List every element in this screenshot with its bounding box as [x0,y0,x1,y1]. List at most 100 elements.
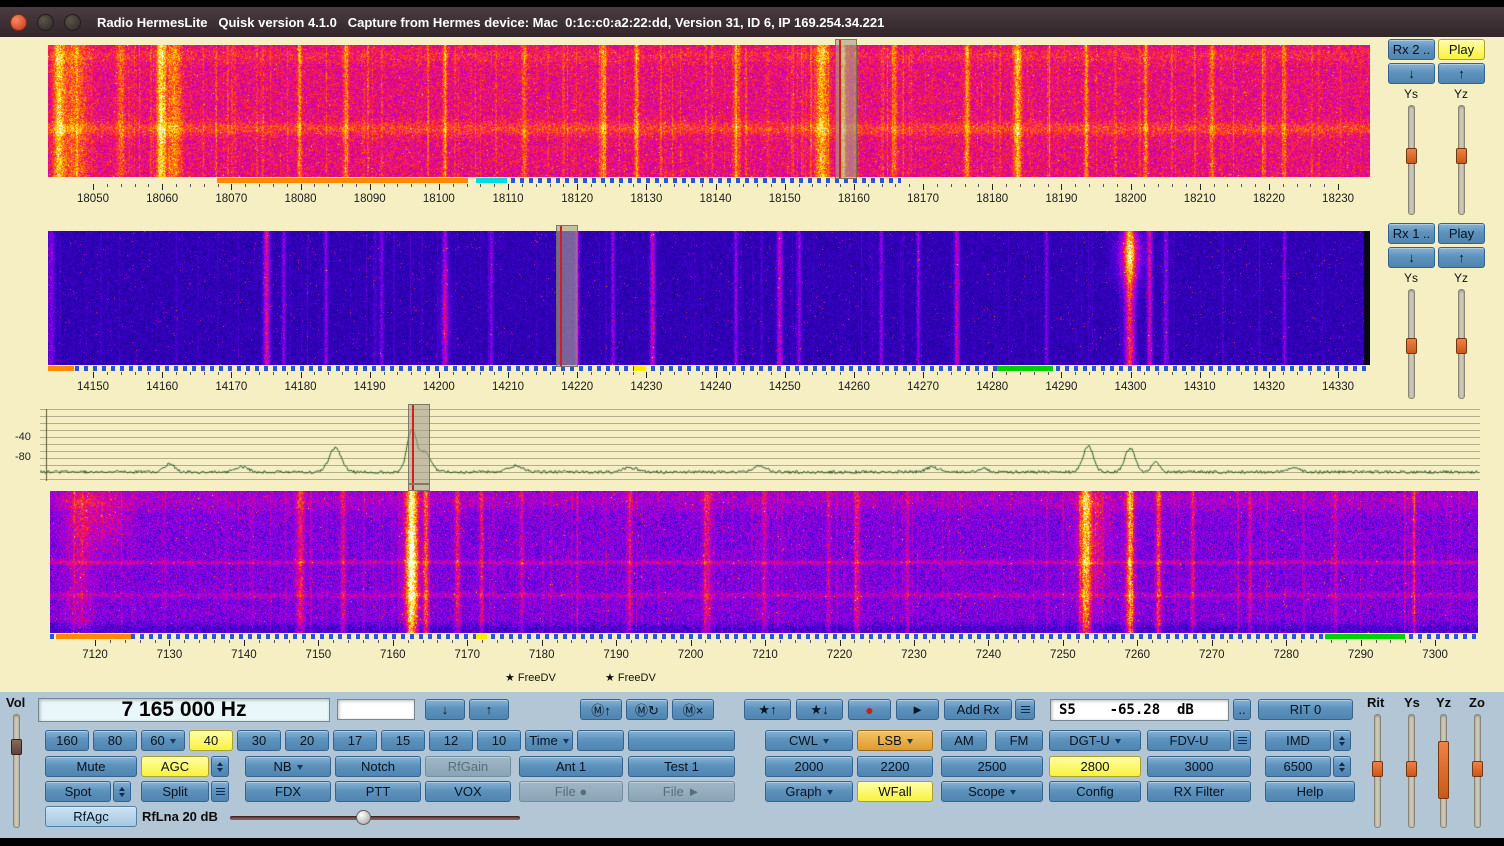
imd-spin-button[interactable] [1333,730,1351,751]
band-30-button[interactable]: 30 [237,730,281,751]
rx2-down-button[interactable]: ↓ [1388,63,1435,84]
split-button[interactable]: Split [141,781,209,802]
band-20-button[interactable]: 20 [285,730,329,751]
rx2-button[interactable]: Rx 2 .. [1388,39,1435,60]
fdvu-menu-button[interactable] [1233,730,1251,751]
mode-fm-button[interactable]: FM [995,730,1043,751]
slider-thumb[interactable] [1406,761,1417,777]
time-button[interactable]: Time [525,730,573,751]
rx1-ys-slider[interactable] [1408,289,1415,399]
ptt-button[interactable]: PTT [335,781,421,802]
band-40-button[interactable]: 40 [189,730,233,751]
slider-thumb[interactable] [11,739,22,755]
record-button[interactable]: ● [848,699,891,720]
antenna-button[interactable]: Ant 1 [519,756,623,777]
smeter-options-button[interactable]: .. [1233,699,1251,720]
split-menu-button[interactable] [211,781,229,802]
mode-lsb-button[interactable]: LSB [857,730,933,751]
screen-wfall-button[interactable]: WFall [857,781,933,802]
band-15-button[interactable]: 15 [381,730,425,751]
rit-slider[interactable] [1374,714,1381,828]
rx1-yz-slider[interactable] [1458,289,1465,399]
rx1-up-button[interactable]: ↑ [1438,247,1485,268]
memory-delete-button[interactable]: Ⓜ× [672,699,714,720]
zo-slider[interactable] [1474,714,1481,828]
waterfall-40m[interactable] [50,491,1478,633]
slider-thumb[interactable] [1472,761,1483,777]
filter-2200-button[interactable]: 2200 [857,756,933,777]
mute-button[interactable]: Mute [45,756,137,777]
agc-button[interactable]: AGC [141,756,209,777]
tuning-marker-rx2[interactable] [835,39,857,179]
agc-spin-button[interactable] [211,756,229,777]
filter-3000-button[interactable]: 3000 [1147,756,1251,777]
screen-graph-button[interactable]: Graph [765,781,853,802]
spot-button[interactable]: Spot [45,781,111,802]
rx2-yz-slider[interactable] [1458,105,1465,215]
help-button[interactable]: Help [1265,781,1355,802]
tune-down-button[interactable]: ↓ [425,699,465,720]
config-button[interactable]: Config [1049,781,1141,802]
slider-thumb[interactable] [1406,148,1417,164]
tune-up-button[interactable]: ↑ [469,699,509,720]
mode-imd-button[interactable]: IMD [1265,730,1331,751]
rfagc-button[interactable]: RfAgc [45,806,137,827]
ys-slider[interactable] [1408,714,1415,828]
favorites-open-button[interactable]: ★↓ [796,699,843,720]
unassigned-button[interactable] [577,730,624,751]
add-rx-button[interactable]: Add Rx [944,699,1012,720]
add-rx-menu-button[interactable] [1015,699,1035,720]
minimize-button[interactable] [37,14,54,31]
waterfall-17m[interactable] [48,45,1370,177]
mode-fdvu-button[interactable]: FDV-U [1147,730,1231,751]
rit-button[interactable]: RIT 0 [1258,699,1353,720]
slider-thumb[interactable] [1438,741,1449,799]
mode-dgtu-button[interactable]: DGT-U [1049,730,1141,751]
graph-tuning-marker[interactable] [408,404,430,484]
slider-thumb[interactable] [1372,761,1383,777]
frequency-entry[interactable] [337,699,415,720]
spot-spin-button[interactable] [113,781,131,802]
filter-2800-button[interactable]: 2800 [1049,756,1141,777]
band-80-button[interactable]: 80 [93,730,137,751]
nb-button[interactable]: NB [245,756,331,777]
filter-spin-button[interactable] [1333,756,1351,777]
playback-button[interactable]: ► [896,699,939,720]
unassigned-button[interactable] [628,730,735,751]
volume-slider[interactable] [13,714,20,828]
filter-2500-button[interactable]: 2500 [941,756,1043,777]
memory-save-button[interactable]: Ⓜ↑ [580,699,622,720]
rx1-play-button[interactable]: Play [1438,223,1485,244]
waterfall-tuning-tab[interactable] [408,484,430,491]
rx2-up-button[interactable]: ↑ [1438,63,1485,84]
slider-thumb[interactable] [1406,338,1417,354]
band-17-button[interactable]: 17 [333,730,377,751]
slider-thumb[interactable] [1456,338,1467,354]
yz-slider[interactable] [1440,714,1447,828]
mode-cwl-button[interactable]: CWL [765,730,853,751]
vox-button[interactable]: VOX [425,781,511,802]
memory-next-button[interactable]: Ⓜ↻ [626,699,668,720]
band-60-button[interactable]: 60 [141,730,185,751]
rx2-play-button[interactable]: Play [1438,39,1485,60]
waterfall-20m[interactable] [48,231,1370,365]
band-160-button[interactable]: 160 [45,730,89,751]
test1-button[interactable]: Test 1 [628,756,735,777]
maximize-button[interactable] [64,14,81,31]
favorites-add-button[interactable]: ★↑ [744,699,791,720]
filter-6500-button[interactable]: 6500 [1265,756,1331,777]
band-10-button[interactable]: 10 [477,730,521,751]
slider-thumb[interactable] [1456,148,1467,164]
rflna-slider[interactable] [230,816,520,820]
rx2-ys-slider[interactable] [1408,105,1415,215]
rx-filter-button[interactable]: RX Filter [1147,781,1251,802]
spectrum-graph[interactable] [40,409,1480,481]
fdx-button[interactable]: FDX [245,781,331,802]
screen-scope-button[interactable]: Scope [941,781,1043,802]
notch-button[interactable]: Notch [335,756,421,777]
rx1-button[interactable]: Rx 1 .. [1388,223,1435,244]
band-12-button[interactable]: 12 [429,730,473,751]
mode-am-button[interactable]: AM [941,730,987,751]
close-button[interactable] [10,14,27,31]
tuning-marker-rx1[interactable] [556,225,578,367]
